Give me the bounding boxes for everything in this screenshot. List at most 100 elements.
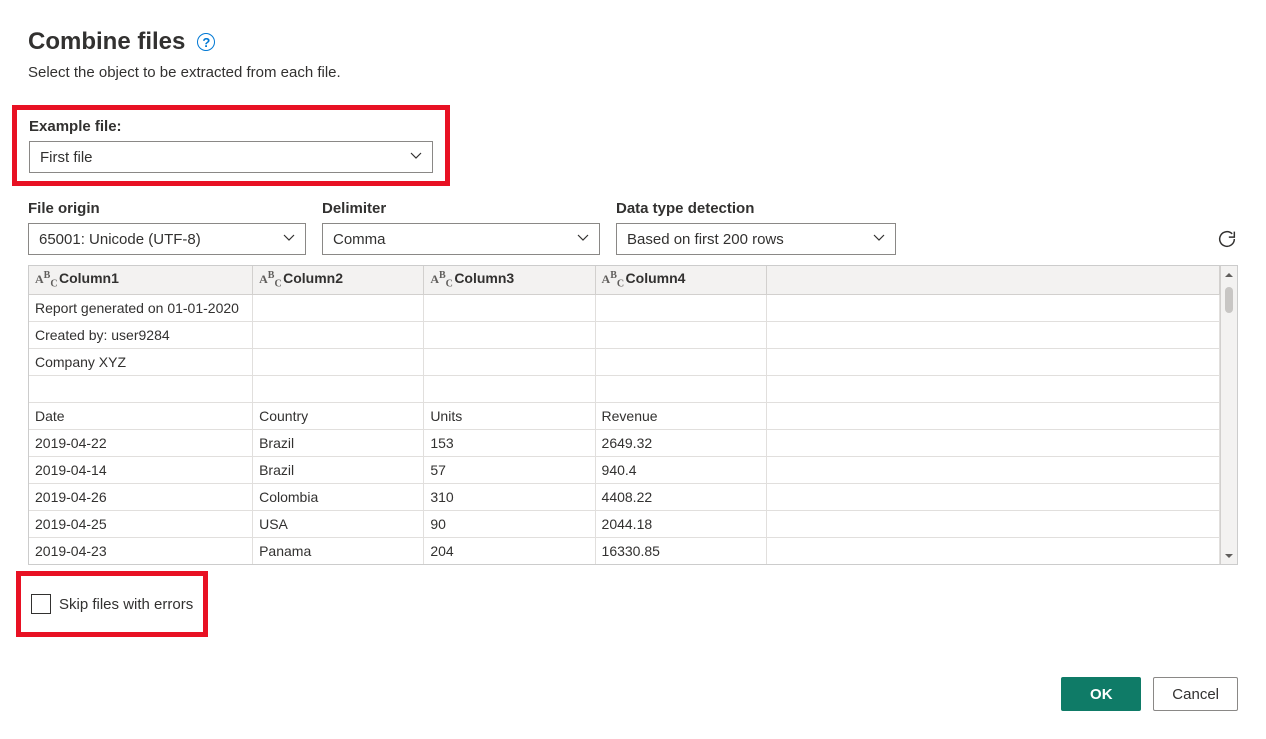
table-cell	[253, 321, 424, 348]
table-cell-empty	[766, 456, 1219, 483]
table-cell: Brazil	[253, 456, 424, 483]
table-cell	[253, 375, 424, 402]
example-file-label: Example file:	[29, 118, 433, 135]
table-cell	[253, 294, 424, 321]
table-cell: 16330.85	[595, 537, 766, 564]
table-cell-empty	[766, 402, 1219, 429]
table-cell: 2019-04-14	[29, 456, 253, 483]
delimiter-dropdown[interactable]: Comma	[322, 223, 600, 255]
file-origin-dropdown[interactable]: 65001: Unicode (UTF-8)	[28, 223, 306, 255]
table-row[interactable]: 2019-04-22Brazil1532649.32	[29, 429, 1220, 456]
table-cell: USA	[253, 510, 424, 537]
table-cell	[595, 294, 766, 321]
column-header[interactable]: ABCColumn3	[424, 266, 595, 294]
table-cell: 90	[424, 510, 595, 537]
table-cell: 2649.32	[595, 429, 766, 456]
chevron-down-icon	[410, 149, 422, 166]
table-cell	[424, 321, 595, 348]
table-cell-empty	[766, 375, 1219, 402]
table-cell-empty	[766, 537, 1219, 564]
table-cell	[424, 375, 595, 402]
table-cell: 57	[424, 456, 595, 483]
table-cell-empty	[766, 321, 1219, 348]
table-cell: 310	[424, 483, 595, 510]
table-cell-empty	[766, 429, 1219, 456]
skip-errors-label: Skip files with errors	[59, 596, 193, 613]
delimiter-value: Comma	[333, 231, 386, 248]
table-cell: 2019-04-25	[29, 510, 253, 537]
column-header-empty	[766, 266, 1219, 294]
table-cell-empty	[766, 348, 1219, 375]
cancel-button[interactable]: Cancel	[1153, 677, 1238, 711]
table-row[interactable]: Company XYZ	[29, 348, 1220, 375]
table-row[interactable]: DateCountryUnitsRevenue	[29, 402, 1220, 429]
example-file-value: First file	[40, 149, 93, 166]
table-cell: 204	[424, 537, 595, 564]
ok-button[interactable]: OK	[1061, 677, 1141, 711]
column-header[interactable]: ABCColumn4	[595, 266, 766, 294]
help-icon[interactable]: ?	[197, 33, 215, 51]
table-row[interactable]: 2019-04-14Brazil57940.4	[29, 456, 1220, 483]
chevron-down-icon	[577, 231, 589, 248]
table-cell: Panama	[253, 537, 424, 564]
table-cell: Company XYZ	[29, 348, 253, 375]
dialog-title: Combine files	[28, 28, 185, 56]
table-row[interactable]: Created by: user9284	[29, 321, 1220, 348]
text-type-icon: ABC	[430, 270, 448, 289]
table-cell	[424, 294, 595, 321]
table-cell: Date	[29, 402, 253, 429]
table-cell-empty	[766, 510, 1219, 537]
chevron-down-icon	[873, 231, 885, 248]
table-row[interactable]: 2019-04-25USA902044.18	[29, 510, 1220, 537]
table-cell	[424, 348, 595, 375]
table-cell: 2019-04-26	[29, 483, 253, 510]
table-cell	[29, 375, 253, 402]
dialog-subtitle: Select the object to be extracted from e…	[28, 64, 1238, 81]
table-cell: Colombia	[253, 483, 424, 510]
table-row[interactable]: 2019-04-26Colombia3104408.22	[29, 483, 1220, 510]
table-cell-empty	[766, 294, 1219, 321]
table-cell	[595, 375, 766, 402]
table-cell: Units	[424, 402, 595, 429]
scroll-down-icon[interactable]	[1221, 547, 1237, 564]
scroll-thumb[interactable]	[1225, 287, 1233, 313]
table-cell: Brazil	[253, 429, 424, 456]
table-cell: Country	[253, 402, 424, 429]
file-origin-value: 65001: Unicode (UTF-8)	[39, 231, 201, 248]
table-cell: 2019-04-23	[29, 537, 253, 564]
table-cell: Report generated on 01-01-2020	[29, 294, 253, 321]
table-cell: 153	[424, 429, 595, 456]
table-cell: Revenue	[595, 402, 766, 429]
table-cell: Created by: user9284	[29, 321, 253, 348]
delimiter-label: Delimiter	[322, 200, 600, 217]
text-type-icon: ABC	[259, 270, 277, 289]
example-file-dropdown[interactable]: First file	[29, 141, 433, 173]
table-row[interactable]: Report generated on 01-01-2020	[29, 294, 1220, 321]
table-cell	[253, 348, 424, 375]
scroll-up-icon[interactable]	[1221, 266, 1237, 283]
example-file-highlight: Example file: First file	[12, 105, 450, 186]
table-cell	[595, 321, 766, 348]
refresh-icon[interactable]	[1216, 237, 1238, 253]
table-cell: 2044.18	[595, 510, 766, 537]
column-header[interactable]: ABCColumn2	[253, 266, 424, 294]
table-cell: 4408.22	[595, 483, 766, 510]
table-cell: 940.4	[595, 456, 766, 483]
table-cell-empty	[766, 483, 1219, 510]
chevron-down-icon	[283, 231, 295, 248]
column-header[interactable]: ABCColumn1	[29, 266, 253, 294]
table-row[interactable]: 2019-04-23Panama20416330.85	[29, 537, 1220, 564]
skip-errors-checkbox[interactable]	[31, 594, 51, 614]
detection-label: Data type detection	[616, 200, 896, 217]
table-header-row: ABCColumn1ABCColumn2ABCColumn3ABCColumn4	[29, 266, 1220, 294]
text-type-icon: ABC	[602, 270, 620, 289]
table-row[interactable]	[29, 375, 1220, 402]
preview-grid: ABCColumn1ABCColumn2ABCColumn3ABCColumn4…	[28, 265, 1238, 565]
table-cell	[595, 348, 766, 375]
file-origin-label: File origin	[28, 200, 306, 217]
detection-dropdown[interactable]: Based on first 200 rows	[616, 223, 896, 255]
text-type-icon: ABC	[35, 270, 53, 289]
detection-value: Based on first 200 rows	[627, 231, 784, 248]
table-cell: 2019-04-22	[29, 429, 253, 456]
vertical-scrollbar[interactable]	[1220, 266, 1237, 564]
